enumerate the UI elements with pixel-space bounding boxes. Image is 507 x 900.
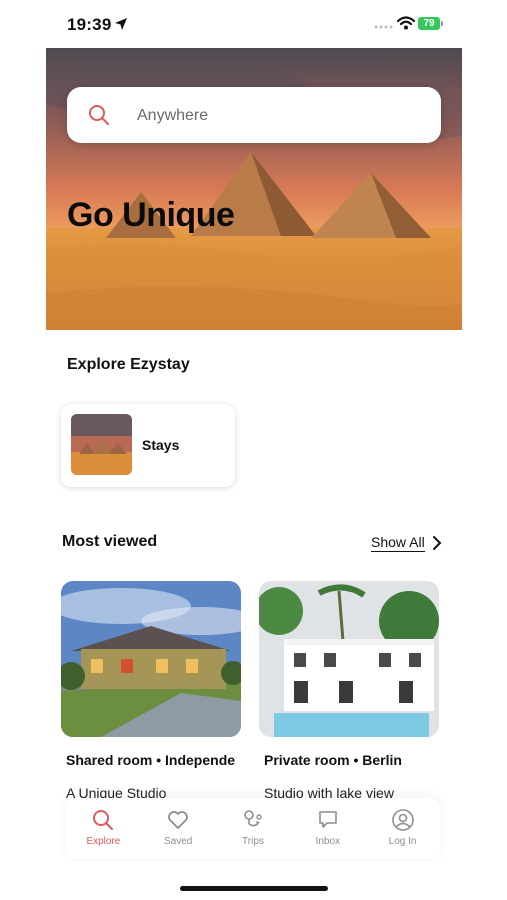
tab-bar: Explore Saved Trips Inbox Log In <box>66 798 440 858</box>
hero-title: Go Unique <box>67 196 235 234</box>
explore-section-title: Explore Ezystay <box>67 356 190 373</box>
tab-label: Inbox <box>315 836 341 847</box>
search-icon <box>93 810 114 830</box>
stays-thumbnail <box>71 414 132 475</box>
category-label: Stays <box>142 437 180 453</box>
tab-label: Saved <box>164 836 193 847</box>
listing-meta: Private room • Berlin <box>264 752 402 768</box>
message-icon <box>318 811 337 828</box>
home-indicator[interactable] <box>180 886 328 891</box>
signal-icon <box>374 25 393 29</box>
battery-level: 79 <box>423 18 435 29</box>
category-card-stays[interactable]: Stays <box>61 404 235 487</box>
listing-image[interactable] <box>61 581 241 737</box>
show-all-link[interactable]: Show All <box>371 534 425 552</box>
listing-card[interactable]: Private room • Berlin Studio with lake v… <box>259 581 439 801</box>
heart-icon <box>168 811 189 829</box>
chevron-right-icon[interactable] <box>431 535 443 551</box>
search-icon <box>89 105 109 125</box>
tab-label: Log In <box>388 836 417 847</box>
listing-card[interactable]: Shared room • Independe A Unique Studio <box>61 581 241 801</box>
tab-saved[interactable]: Saved <box>148 802 208 854</box>
tab-label: Trips <box>242 836 264 847</box>
location-arrow-icon <box>115 18 127 30</box>
battery-indicator: 79 <box>418 17 443 30</box>
tab-trips[interactable]: Trips <box>223 802 283 854</box>
most-viewed-title: Most viewed <box>62 533 158 550</box>
tab-login[interactable]: Log In <box>373 802 433 854</box>
search-bar[interactable] <box>67 87 441 143</box>
user-circle-icon <box>391 809 414 831</box>
listing-meta: Shared room • Independe <box>66 752 236 768</box>
trips-icon <box>244 810 262 827</box>
tab-label: Explore <box>86 836 121 847</box>
hero-banner: Go Unique <box>46 48 462 330</box>
wifi-icon <box>397 16 415 30</box>
status-time: 19:39 <box>67 15 112 34</box>
tab-inbox[interactable]: Inbox <box>298 802 358 854</box>
status-bar: 19:39 79 <box>0 0 507 48</box>
search-input[interactable] <box>135 103 419 129</box>
listing-image[interactable] <box>259 581 439 737</box>
tab-explore[interactable]: Explore <box>73 802 133 854</box>
